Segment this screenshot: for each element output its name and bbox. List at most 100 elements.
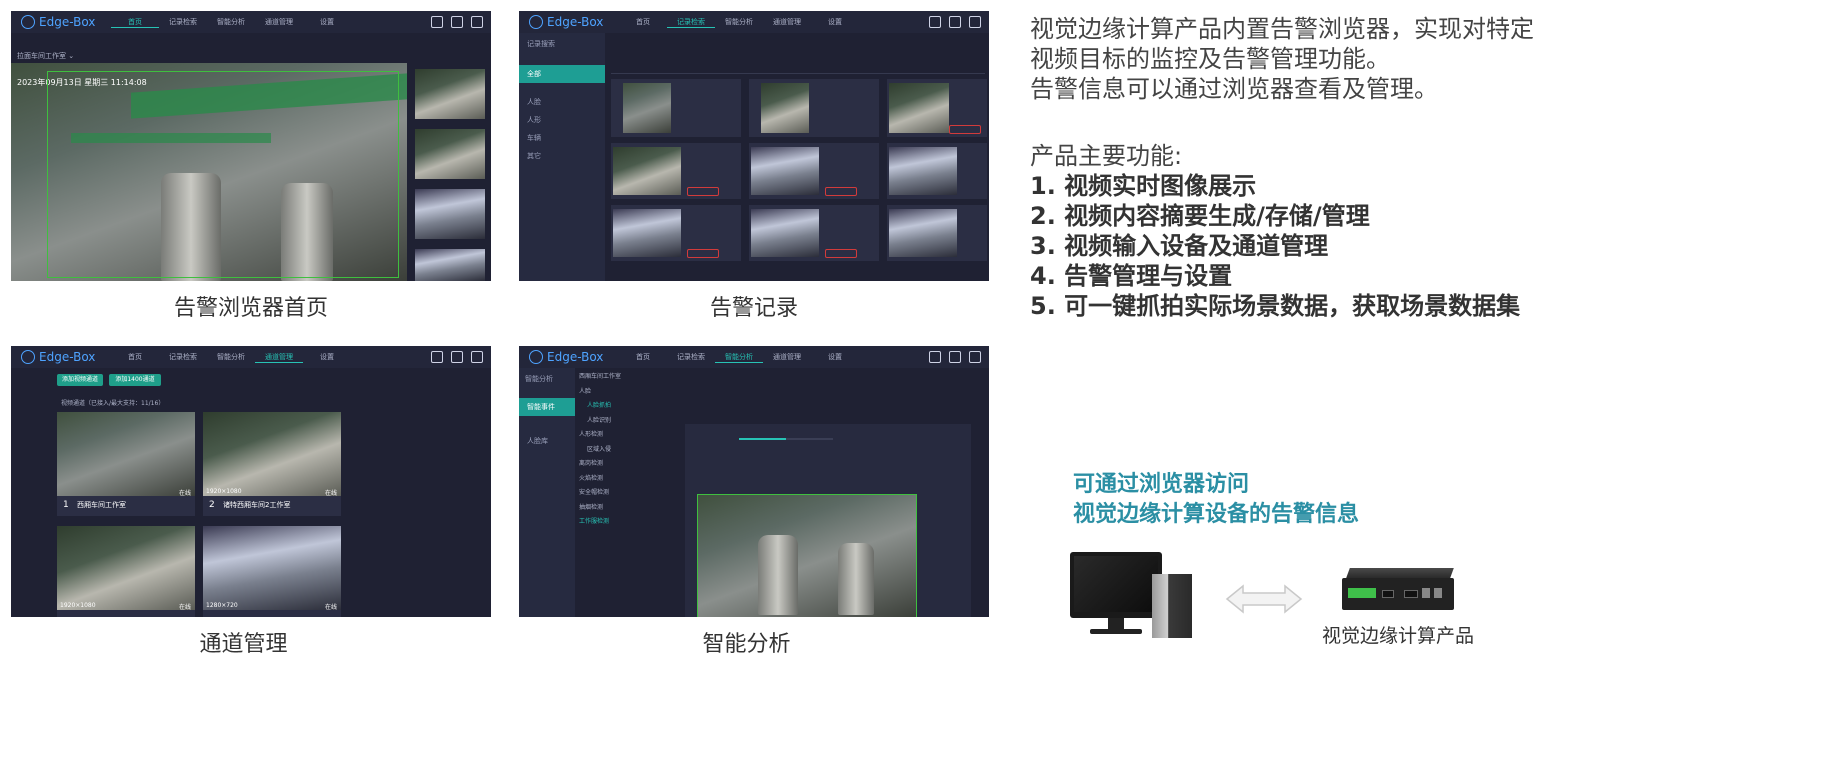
- bell-icon[interactable]: [929, 351, 941, 363]
- menu-item[interactable]: 人脸抓拍: [579, 399, 663, 414]
- record-card[interactable]: [887, 79, 987, 137]
- tab-records[interactable]: 记录检索: [667, 17, 715, 28]
- tab-settings[interactable]: 设置: [303, 17, 351, 28]
- tab-analysis[interactable]: 智能分析: [207, 17, 255, 28]
- sidebar-item-face[interactable]: 人脸: [519, 93, 605, 111]
- tab-channels[interactable]: 通道管理: [255, 17, 303, 28]
- menu-item[interactable]: 火焰检测: [579, 472, 663, 487]
- analysis-preview: [697, 494, 917, 617]
- bell-icon[interactable]: [431, 351, 443, 363]
- bell-icon[interactable]: [431, 16, 443, 28]
- channel-card[interactable]: 1920×1080 在线: [57, 526, 195, 617]
- logout-icon[interactable]: [471, 351, 483, 363]
- channel-selector[interactable]: 拉面车间工作室 ⌄: [17, 51, 74, 61]
- caption-channels: 通道管理: [199, 632, 288, 657]
- tab-settings[interactable]: 设置: [811, 352, 859, 363]
- tab-analysis[interactable]: 智能分析: [207, 352, 255, 363]
- logo-icon: [529, 350, 543, 364]
- records-screenshot: Edge-Box 首页 记录检索 智能分析 通道管理 设置 记录搜索 全部 人脸…: [519, 11, 989, 281]
- tab-records[interactable]: 记录检索: [159, 17, 207, 28]
- alert-thumbnail[interactable]: [415, 249, 485, 281]
- menu-item[interactable]: 抽烟检测: [579, 501, 663, 516]
- menu-item[interactable]: 人脸识别: [579, 414, 663, 429]
- logo-text: Edge-Box: [39, 15, 96, 29]
- main-nav: 首页 记录检索 智能分析 通道管理 设置: [619, 17, 859, 28]
- alert-thumbnail[interactable]: [415, 69, 485, 119]
- channel-card[interactable]: 1280×720 在线: [203, 526, 341, 617]
- record-card[interactable]: [749, 79, 879, 137]
- sidebar-title: 智能分析: [525, 375, 553, 383]
- logout-icon[interactable]: [969, 16, 981, 28]
- filter-bar: [611, 37, 985, 74]
- tab-channels[interactable]: 通道管理: [255, 352, 303, 363]
- sidebar-item-other[interactable]: 其它: [519, 147, 605, 165]
- menu-item[interactable]: 西厢车间工作室: [579, 370, 663, 385]
- alert-thumbnail[interactable]: [415, 129, 485, 179]
- sidebar-item-face-lib[interactable]: 人脸库: [519, 432, 575, 450]
- tab-settings[interactable]: 设置: [811, 17, 859, 28]
- main-nav: 首页 记录检索 智能分析 通道管理 设置: [111, 352, 351, 363]
- tab-records[interactable]: 记录检索: [667, 352, 715, 363]
- caption-records: 告警记录: [709, 296, 798, 321]
- logo-text: Edge-Box: [547, 15, 604, 29]
- logo-text: Edge-Box: [547, 350, 604, 364]
- tab-home[interactable]: 首页: [111, 352, 159, 363]
- intro-line: 视觉边缘计算产品内置告警浏览器，实现对特定: [1030, 15, 1534, 43]
- logout-icon[interactable]: [969, 351, 981, 363]
- sidebar-item-events[interactable]: 智能事件: [519, 398, 575, 416]
- alert-thumbnail[interactable]: [415, 189, 485, 239]
- sidebar-item-vehicle[interactable]: 车辆: [519, 129, 605, 147]
- record-card[interactable]: [611, 79, 741, 137]
- logo-icon: [21, 350, 35, 364]
- add-1400-channel-button[interactable]: 添加1400通道: [109, 374, 161, 386]
- tab-channels[interactable]: 通道管理: [763, 17, 811, 28]
- tab-records[interactable]: 记录检索: [159, 352, 207, 363]
- channel-status: 在线: [324, 604, 337, 611]
- tab-home[interactable]: 首页: [111, 17, 159, 28]
- record-card[interactable]: [887, 205, 987, 261]
- record-card[interactable]: [749, 205, 879, 261]
- menu-item[interactable]: 人形检测: [579, 428, 663, 443]
- channels-screenshot: Edge-Box 首页 记录检索 智能分析 通道管理 设置 添加视频通道 添加1…: [11, 346, 491, 617]
- channel-name: 西厢车间工作室: [77, 501, 126, 509]
- access-line: 视觉边缘计算设备的告警信息: [1073, 502, 1360, 527]
- app-logo: Edge-Box: [21, 15, 111, 29]
- sidebar-item-person[interactable]: 人形: [519, 111, 605, 129]
- record-card[interactable]: [611, 143, 741, 199]
- menu-item[interactable]: 区域入侵: [579, 443, 663, 458]
- intro-line: 视频目标的监控及告警管理功能。: [1030, 45, 1390, 73]
- channel-resolution: 1920×1080: [206, 488, 242, 495]
- tab-analysis[interactable]: 智能分析: [715, 352, 763, 363]
- record-card[interactable]: [611, 205, 741, 261]
- analysis-sidebar: 智能分析 智能事件 人脸库: [519, 368, 575, 617]
- menu-item[interactable]: 人脸: [579, 385, 663, 400]
- tab-home[interactable]: 首页: [619, 17, 667, 28]
- tab-home[interactable]: 首页: [619, 352, 667, 363]
- menu-item[interactable]: 离岗检测: [579, 457, 663, 472]
- top-bar: Edge-Box 首页 记录检索 智能分析 通道管理 设置: [519, 346, 989, 368]
- logo-text: Edge-Box: [39, 350, 96, 364]
- record-card[interactable]: [887, 143, 987, 199]
- menu-item[interactable]: 工作服检测: [579, 515, 663, 530]
- channel-resolution: 1920×1080: [60, 602, 96, 609]
- tab-analysis[interactable]: 智能分析: [715, 17, 763, 28]
- logout-icon[interactable]: [471, 16, 483, 28]
- sensitivity-slider[interactable]: [739, 438, 833, 440]
- user-icon[interactable]: [451, 16, 463, 28]
- user-icon[interactable]: [451, 351, 463, 363]
- tab-channels[interactable]: 通道管理: [763, 352, 811, 363]
- tower-icon: [1152, 574, 1192, 638]
- channel-number: 2: [209, 500, 215, 510]
- channel-status: 在线: [178, 490, 191, 497]
- channel-card[interactable]: 1 西厢车间工作室 在线: [57, 412, 195, 516]
- add-video-channel-button[interactable]: 添加视频通道: [57, 374, 103, 386]
- bell-icon[interactable]: [929, 16, 941, 28]
- menu-item[interactable]: 安全帽检测: [579, 486, 663, 501]
- record-card[interactable]: [749, 143, 879, 199]
- channel-card[interactable]: 1920×1080 2 诸特西厢车间2工作室 在线: [203, 412, 341, 516]
- user-icon[interactable]: [949, 351, 961, 363]
- sidebar-item-all[interactable]: 全部: [519, 65, 605, 83]
- top-bar: Edge-Box 首页 记录检索 智能分析 通道管理 设置: [11, 11, 491, 33]
- user-icon[interactable]: [949, 16, 961, 28]
- tab-settings[interactable]: 设置: [303, 352, 351, 363]
